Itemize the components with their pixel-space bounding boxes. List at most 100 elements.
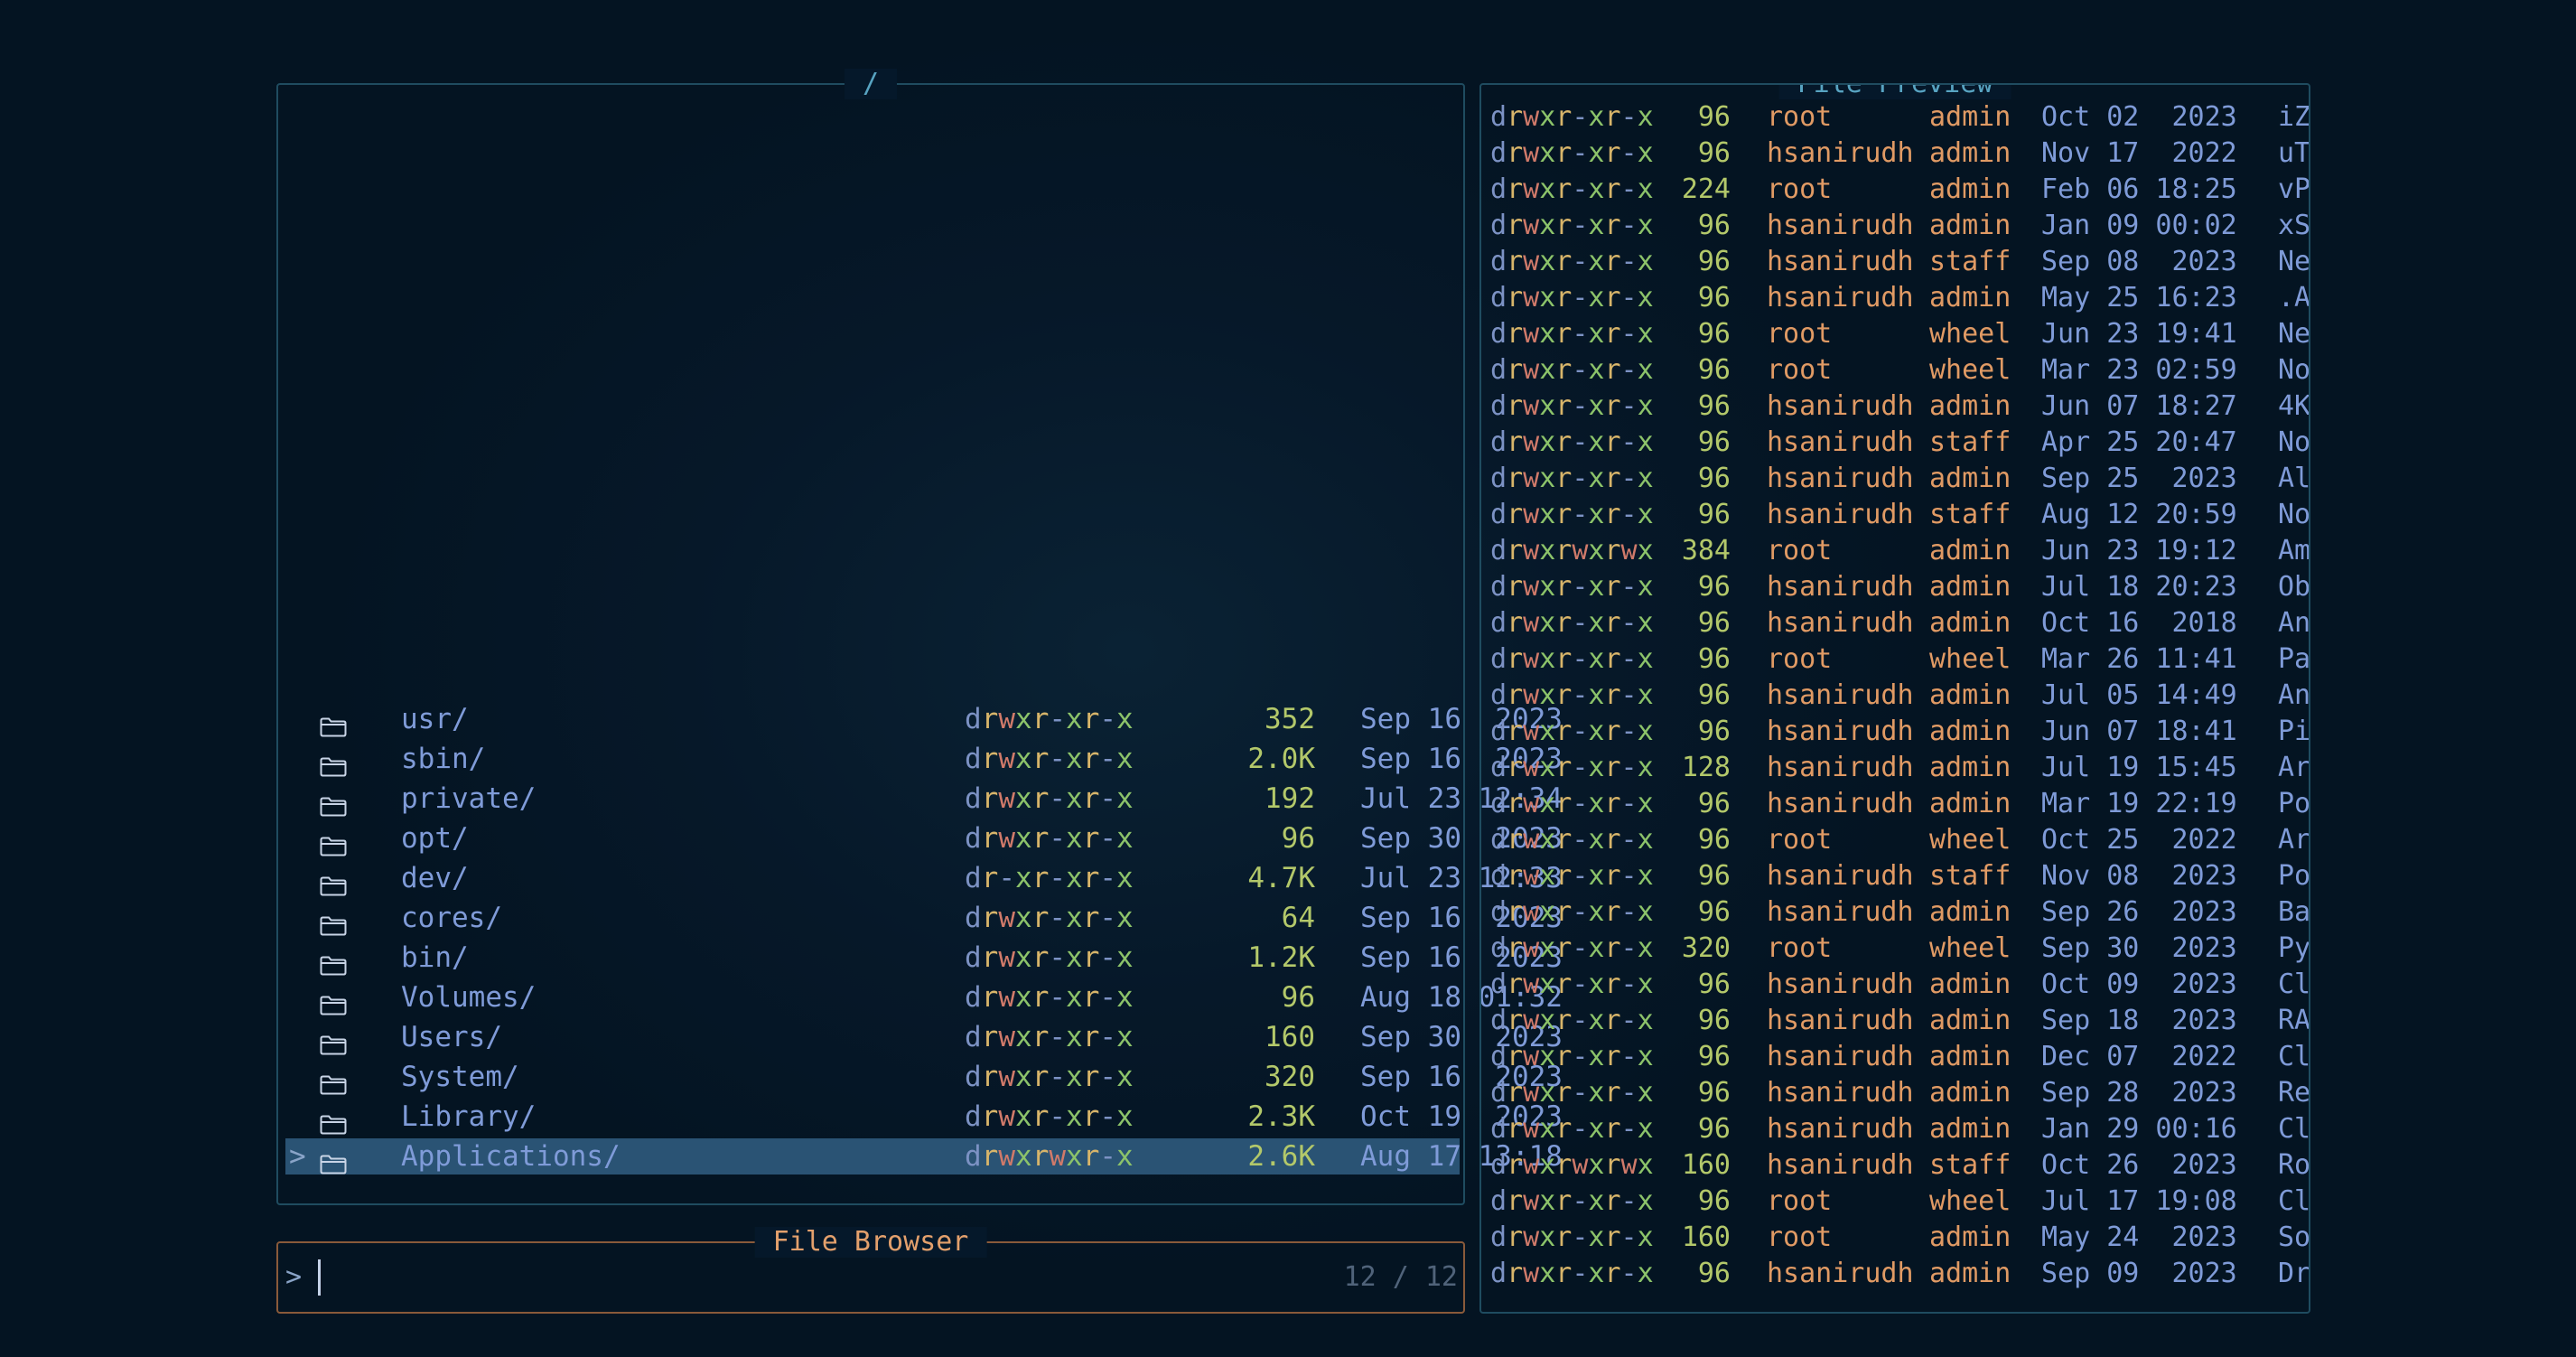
preview-date: Jul 18 20:23 (2041, 571, 2237, 603)
preview-date: Nov 17 2022 (2041, 137, 2237, 169)
preview-row: drwxr-xr-x 160 root admin May 24 2023 So (1490, 1220, 2309, 1256)
preview-name: uT (2278, 137, 2310, 169)
preview-permissions: drwxr-xr-x (1490, 896, 1654, 928)
file-name: Library/ (401, 1100, 537, 1133)
file-row[interactable]: Users/drwxr-xr-x 160 Sep 30 2023 (285, 1019, 1563, 1055)
preview-size: 96 (1697, 1258, 1731, 1289)
preview-group: admin (1929, 679, 2011, 711)
preview-row: drwxr-xr-x 96 hsanirudh admin Jan 29 00:16 Cl (1490, 1111, 2309, 1147)
preview-name: Po (2278, 788, 2310, 819)
preview-row: drwxr-xr-x 96 hsanirudh admin Jul 05 14:49 An (1490, 678, 2309, 714)
file-row[interactable]: > Applications/drwxrwxr-x 2.6K Aug 17 13:18 (285, 1138, 1563, 1175)
preview-row: drwxr-xr-x 96 hsanirudh admin Dec 07 2022 Cl (1490, 1039, 2309, 1075)
folder-icon (320, 1068, 347, 1095)
preview-group: admin (1929, 210, 2011, 241)
preview-name: Cl (2278, 969, 2310, 1000)
file-row[interactable]: Volumes/drwxr-xr-x 96 Aug 18 01:32 (285, 979, 1563, 1015)
preview-group: admin (1929, 969, 2011, 1000)
preview-row: drwxr-xr-x 96 root wheel Mar 26 11:41 Pa (1490, 641, 2309, 678)
file-name: private/ (401, 782, 537, 815)
file-size: 2.3K (1247, 1100, 1315, 1133)
preview-date: Sep 25 2023 (2041, 463, 2237, 494)
preview-permissions: drwxr-xr-x (1490, 101, 1654, 133)
preview-name: Re (2278, 1077, 2310, 1109)
preview-name: Po (2278, 860, 2310, 892)
preview-size: 96 (1697, 1041, 1731, 1072)
file-name: sbin/ (401, 743, 486, 775)
preview-owner: hsanirudh (1767, 1077, 1914, 1109)
preview-name: Ar (2278, 824, 2310, 856)
preview-permissions: drwxr-xr-x (1490, 716, 1654, 747)
file-row[interactable]: dev/dr-xr-xr-x 4.7K Jul 23 12:33 (285, 860, 1563, 896)
preview-owner: hsanirudh (1767, 210, 1914, 241)
preview-permissions: drwxr-xr-x (1490, 571, 1654, 603)
file-name: Applications/ (401, 1140, 621, 1173)
file-row[interactable]: private/drwxr-xr-x 192 Jul 23 12:34 (285, 781, 1563, 817)
preview-row: drwxr-xr-x 96 hsanirudh staff Apr 25 20:47 No (1490, 425, 2309, 461)
preview-size: 96 (1697, 860, 1731, 892)
preview-size: 96 (1697, 282, 1731, 314)
preview-name: An (2278, 679, 2310, 711)
preview-owner: root (1767, 824, 1833, 856)
file-row[interactable]: opt/drwxr-xr-x 96 Sep 30 2023 (285, 820, 1563, 856)
preview-group: admin (1929, 1113, 2011, 1145)
preview-owner: hsanirudh (1767, 1041, 1914, 1072)
preview-name: Ob (2278, 571, 2310, 603)
file-permissions: dr-xr-xr-x (965, 862, 1134, 894)
preview-name: Ar (2278, 752, 2310, 783)
preview-group: admin (1929, 101, 2011, 133)
preview-owner: hsanirudh (1767, 1005, 1914, 1036)
preview-owner: root (1767, 1221, 1833, 1253)
preview-date: Oct 09 2023 (2041, 969, 2237, 1000)
file-row[interactable]: bin/drwxr-xr-x 1.2K Sep 16 2023 (285, 940, 1563, 976)
file-row[interactable]: usr/drwxr-xr-x 352 Sep 16 2023 (285, 701, 1563, 737)
preview-date: May 25 16:23 (2041, 282, 2237, 314)
preview-date: Oct 16 2018 (2041, 607, 2237, 639)
preview-date: Oct 25 2022 (2041, 824, 2237, 856)
filter-input[interactable] (316, 1258, 1129, 1297)
preview-date: Oct 26 2023 (2041, 1149, 2237, 1181)
preview-row: drwxr-xr-x 96 hsanirudh staff Aug 12 20:59 No (1490, 497, 2309, 533)
preview-date: Jun 07 18:27 (2041, 390, 2237, 422)
preview-size: 96 (1697, 137, 1731, 169)
preview-permissions: drwxrwxrwx (1490, 535, 1654, 566)
preview-size: 96 (1697, 716, 1731, 747)
file-size: 2.6K (1247, 1140, 1315, 1173)
preview-owner: root (1767, 318, 1833, 350)
preview-row: drwxr-xr-x 96 root wheel Mar 23 02:59 No (1490, 352, 2309, 388)
file-list-title: / (844, 69, 898, 99)
preview-permissions: drwxr-xr-x (1490, 246, 1654, 277)
preview-row: drwxr-xr-x 96 hsanirudh admin Nov 17 2022 uT (1490, 136, 2309, 172)
preview-group: staff (1929, 246, 2011, 277)
preview-date: Feb 06 18:25 (2041, 173, 2237, 205)
preview-permissions: drwxr-xr-x (1490, 390, 1654, 422)
file-row[interactable]: Library/drwxr-xr-x 2.3K Oct 19 2023 (285, 1099, 1563, 1135)
preview-date: Sep 30 2023 (2041, 932, 2237, 964)
preview-size: 224 (1681, 173, 1731, 205)
file-list-pane: / usr/drwxr-xr-x 352 Sep 16 2023 sbin/drwxr… (276, 69, 1563, 1205)
preview-permissions: drwxr-xr-x (1490, 173, 1654, 205)
file-preview-pane[interactable]: File Preview drwxr-xr-x 96 root admin Oct 02… (1479, 83, 2310, 1314)
preview-permissions: drwxr-xr-x (1490, 643, 1654, 675)
preview-permissions: drwxr-xr-x (1490, 860, 1654, 892)
preview-group: admin (1929, 1221, 2011, 1253)
preview-group: admin (1929, 571, 2011, 603)
file-permissions: drwxr-xr-x (965, 743, 1134, 775)
preview-name: Cl (2278, 1041, 2310, 1072)
preview-size: 96 (1697, 896, 1731, 928)
preview-permissions: drwxr-xr-x (1490, 969, 1654, 1000)
file-name: Volumes/ (401, 981, 537, 1014)
preview-permissions: drwxr-xr-x (1490, 1005, 1654, 1036)
preview-row: drwxr-xr-x 96 hsanirudh admin Sep 25 2023 Al (1490, 461, 2309, 497)
preview-size: 96 (1697, 643, 1731, 675)
preview-permissions: drwxr-xr-x (1490, 137, 1654, 169)
file-name: dev/ (401, 862, 469, 894)
file-row[interactable]: sbin/drwxr-xr-x 2.0K Sep 16 2023 (285, 741, 1563, 777)
preview-permissions: drwxr-xr-x (1490, 752, 1654, 783)
preview-date: Mar 19 22:19 (2041, 788, 2237, 819)
file-row[interactable]: System/drwxr-xr-x 320 Sep 16 2023 (285, 1059, 1563, 1095)
preview-name: Al (2278, 463, 2310, 494)
file-row[interactable]: cores/drwxr-xr-x 64 Sep 16 2023 (285, 900, 1563, 936)
selection-cursor: > (289, 1140, 306, 1173)
preview-size: 96 (1697, 101, 1731, 133)
